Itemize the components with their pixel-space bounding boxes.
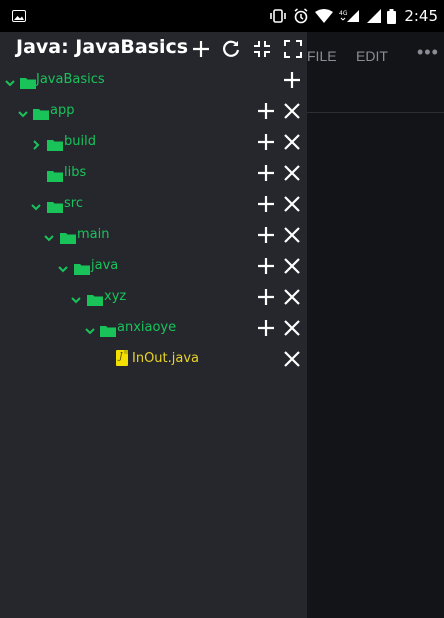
folder-icon <box>74 260 90 275</box>
cell-signal-icon <box>367 9 382 23</box>
expand-icon[interactable] <box>282 38 304 60</box>
tree-row-main[interactable]: main <box>0 221 307 251</box>
chevron-down-icon[interactable] <box>17 105 29 118</box>
tree-row-app[interactable]: app <box>0 97 307 127</box>
tree-row-build[interactable]: build <box>0 128 307 158</box>
chevron-down-icon[interactable] <box>4 74 16 87</box>
folder-icon <box>47 136 63 151</box>
tree-label: libs <box>64 165 87 180</box>
add-icon[interactable] <box>257 133 275 151</box>
add-icon[interactable] <box>257 164 275 182</box>
vibrate-icon <box>269 9 287 23</box>
chevron-down-icon[interactable] <box>30 198 42 211</box>
collapse-icon[interactable] <box>251 38 273 60</box>
chevron-down-icon[interactable] <box>57 260 69 273</box>
close-icon[interactable] <box>283 319 301 337</box>
add-icon[interactable] <box>257 288 275 306</box>
tree-label: src <box>64 196 83 211</box>
editor-area: FILE EDIT ••• <box>307 32 444 618</box>
editor-divider <box>307 112 444 113</box>
close-icon[interactable] <box>283 226 301 244</box>
clock: 2:45 <box>404 7 438 25</box>
menu-file[interactable]: FILE <box>307 48 337 64</box>
tree-row-inout-java[interactable]: J InOut.java <box>0 345 307 375</box>
folder-icon <box>100 322 116 337</box>
drawer-header: Java: JavaBasics <box>0 32 307 66</box>
folder-icon <box>33 105 49 120</box>
tree-row-libs[interactable]: libs <box>0 159 307 189</box>
editor-menu: FILE EDIT ••• <box>307 42 444 68</box>
add-icon[interactable] <box>257 257 275 275</box>
tree-row-javabasics[interactable]: JavaBasics <box>0 66 307 96</box>
chevron-down-icon[interactable] <box>70 291 82 304</box>
tree-label: main <box>77 227 110 242</box>
add-icon[interactable] <box>257 319 275 337</box>
tree-label: JavaBasics <box>36 72 105 87</box>
add-icon[interactable] <box>283 71 301 89</box>
refresh-icon[interactable] <box>220 38 242 60</box>
add-icon[interactable] <box>257 102 275 120</box>
tree-label: app <box>50 103 75 118</box>
add-icon[interactable] <box>257 195 275 213</box>
chevron-right-icon[interactable] <box>30 136 42 150</box>
status-icons: 4G 2:45 <box>269 0 438 32</box>
java-file-icon: J <box>116 350 128 366</box>
close-icon[interactable] <box>283 133 301 151</box>
tree-label: InOut.java <box>132 351 200 366</box>
tree-label: anxiaoye <box>117 320 177 335</box>
close-icon[interactable] <box>283 257 301 275</box>
folder-icon <box>20 74 36 89</box>
tree-row-java[interactable]: java <box>0 252 307 282</box>
status-bar: 4G 2:45 <box>0 0 444 32</box>
gallery-notification-icon <box>12 10 26 22</box>
battery-icon <box>387 8 397 24</box>
close-icon[interactable] <box>283 288 301 306</box>
menu-edit[interactable]: EDIT <box>356 48 388 64</box>
alarm-icon <box>293 8 309 24</box>
close-icon[interactable] <box>283 102 301 120</box>
wifi-icon <box>315 9 334 23</box>
close-icon[interactable] <box>283 164 301 182</box>
tree-row-src[interactable]: src <box>0 190 307 220</box>
project-drawer: Java: JavaBasics JavaBasics app build li… <box>0 32 307 618</box>
drawer-title: Java: JavaBasics <box>16 36 189 58</box>
folder-icon <box>87 291 103 306</box>
chevron-down-icon[interactable] <box>43 229 55 242</box>
folder-icon <box>47 167 63 182</box>
add-icon[interactable] <box>190 38 212 60</box>
folder-icon <box>47 198 63 213</box>
more-menu-icon[interactable]: ••• <box>417 42 439 63</box>
tree-label: java <box>91 258 119 273</box>
folder-icon <box>60 229 76 244</box>
add-icon[interactable] <box>257 226 275 244</box>
close-icon[interactable] <box>283 195 301 213</box>
tree-row-anxiaoye[interactable]: anxiaoye <box>0 314 307 344</box>
signal-4g-icon: 4G <box>339 9 361 23</box>
tree-label: xyz <box>104 289 127 304</box>
network-type-label: 4G <box>339 10 348 17</box>
close-icon[interactable] <box>283 350 301 368</box>
tree-row-xyz[interactable]: xyz <box>0 283 307 313</box>
chevron-down-icon[interactable] <box>84 322 96 335</box>
tree-label: build <box>64 134 96 149</box>
